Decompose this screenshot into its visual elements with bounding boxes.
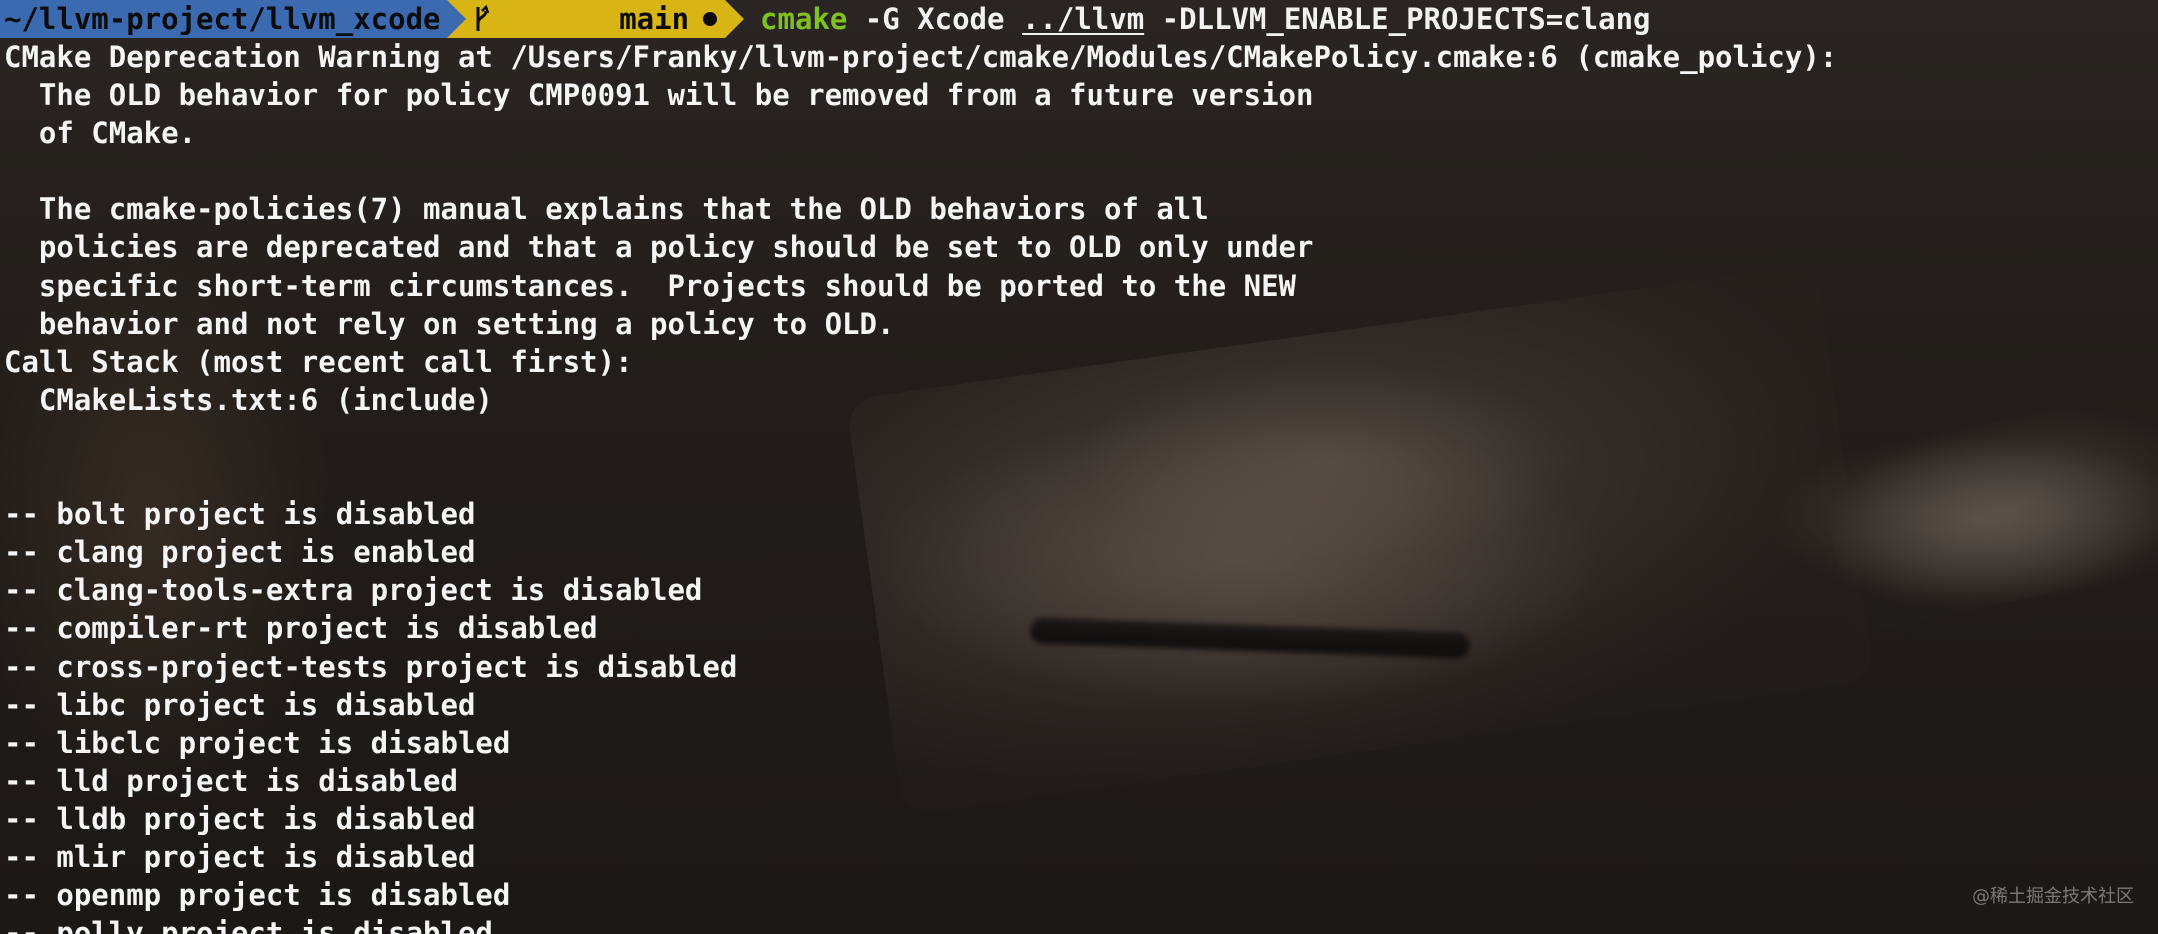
output-line: -- libclc project is disabled bbox=[4, 725, 511, 760]
prompt-end-arrow bbox=[725, 0, 745, 38]
output-line: -- lldb project is disabled bbox=[4, 801, 476, 836]
output-line: -- compiler-rt project is disabled bbox=[4, 611, 598, 646]
terminal-window[interactable]: ~/llvm-project/llvm_xcode main cmake -G … bbox=[0, 0, 2158, 934]
output-line: CMakeLists.txt:6 (include) bbox=[4, 382, 493, 417]
output-line: of CMake. bbox=[4, 116, 197, 151]
output-line: -- lld project is disabled bbox=[4, 763, 458, 798]
output-line: policies are deprecated and that a polic… bbox=[4, 230, 1314, 265]
terminal-output: CMake Deprecation Warning at /Users/Fran… bbox=[4, 38, 1837, 934]
command-source-path: ../llvm bbox=[1021, 2, 1145, 36]
output-line: -- clang-tools-extra project is disabled bbox=[4, 573, 703, 608]
output-line: -- mlir project is disabled bbox=[4, 839, 476, 874]
prompt-git-branch: main bbox=[465, 0, 726, 38]
prompt-separator-arrow bbox=[446, 0, 466, 38]
command-args-before: -G Xcode bbox=[847, 2, 1022, 36]
branch-name: main bbox=[619, 2, 690, 36]
command-args-after: -DLLVM_ENABLE_PROJECTS=clang bbox=[1144, 2, 1651, 36]
output-line: -- libc project is disabled bbox=[4, 687, 476, 722]
output-line: The cmake-policies(7) manual explains th… bbox=[4, 192, 1209, 227]
output-line: -- openmp project is disabled bbox=[4, 878, 511, 913]
output-line: -- clang project is enabled bbox=[4, 535, 476, 570]
output-line: The OLD behavior for policy CMP0091 will… bbox=[4, 78, 1314, 113]
output-line: behavior and not rely on setting a polic… bbox=[4, 306, 895, 341]
output-line: -- polly project is disabled bbox=[4, 916, 493, 934]
output-line: -- cross-project-tests project is disabl… bbox=[4, 649, 738, 684]
output-line: specific short-term circumstances. Proje… bbox=[4, 268, 1297, 303]
output-line: CMake Deprecation Warning at /Users/Fran… bbox=[4, 40, 1838, 74]
output-line: -- bolt project is disabled bbox=[4, 497, 476, 532]
prompt-path: ~/llvm-project/llvm_xcode bbox=[0, 0, 447, 38]
output-line: Call Stack (most recent call first): bbox=[4, 344, 633, 379]
shell-prompt: ~/llvm-project/llvm_xcode main cmake -G … bbox=[0, 0, 1651, 38]
command-line[interactable]: cmake -G Xcode ../llvm -DLLVM_ENABLE_PRO… bbox=[760, 0, 1650, 38]
dirty-indicator-icon bbox=[703, 12, 718, 26]
watermark: @稀土掘金技术社区 bbox=[1972, 886, 2134, 907]
command-bin: cmake bbox=[760, 2, 848, 36]
